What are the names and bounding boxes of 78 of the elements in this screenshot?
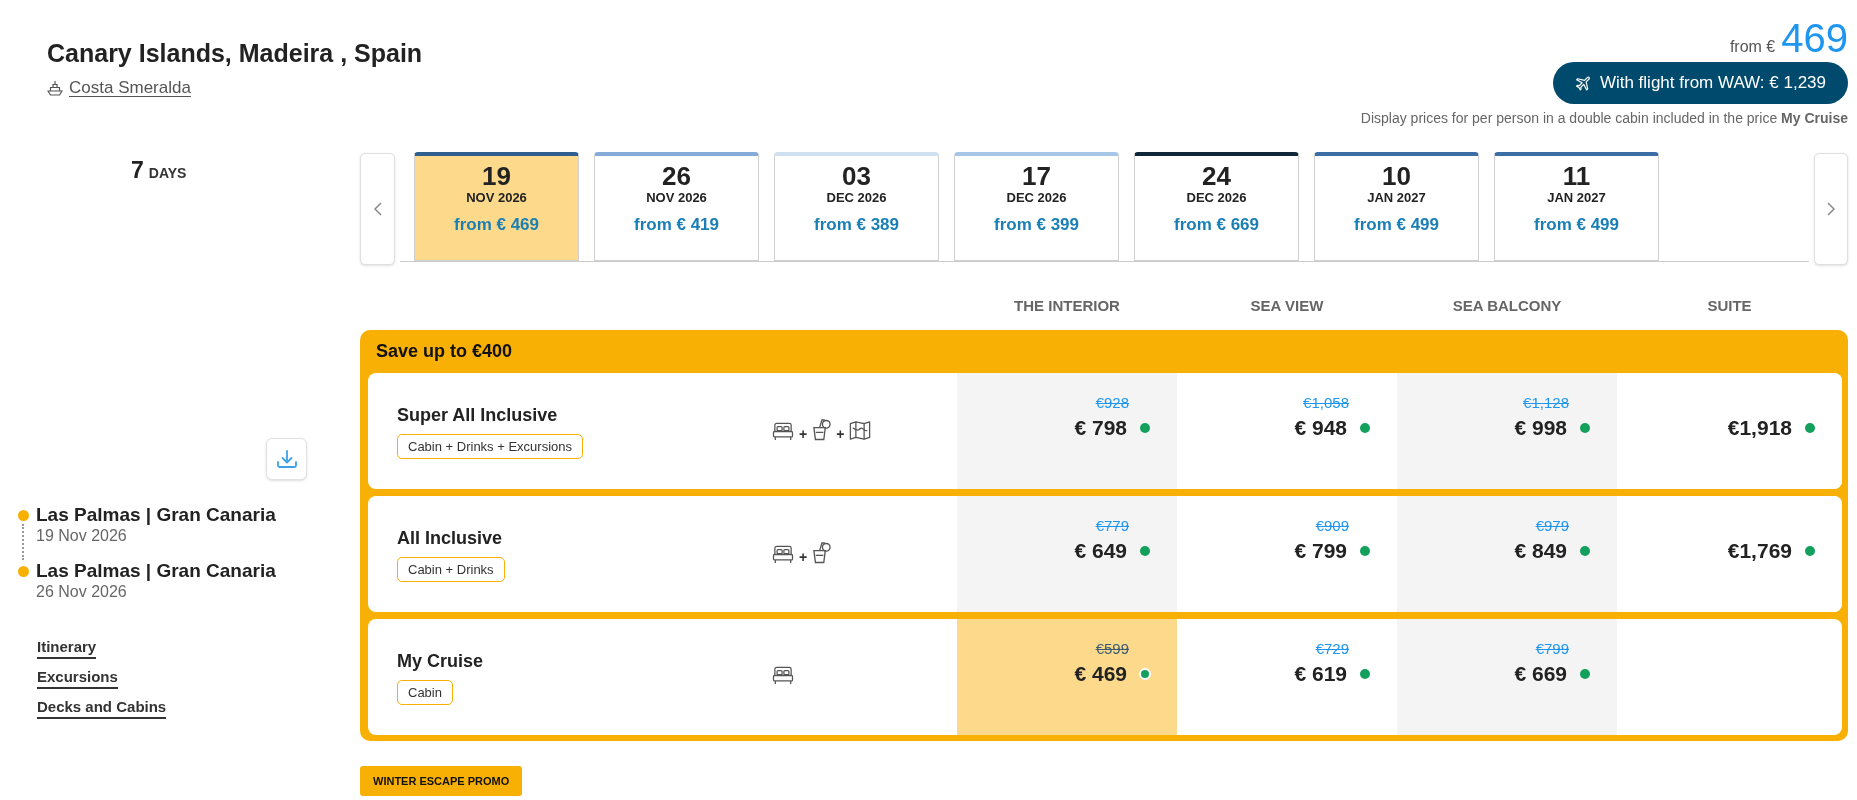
old-price: €729: [1315, 639, 1349, 659]
old-price: €928: [1095, 393, 1129, 413]
fare-price: € 649: [1074, 538, 1127, 564]
promo-badge: WINTER ESCAPE PROMO: [360, 766, 523, 796]
fare-price: € 619: [1294, 661, 1347, 687]
old-price: €779: [1095, 516, 1129, 536]
bed-icon: [772, 665, 794, 685]
section-link[interactable]: Itinerary: [37, 637, 97, 659]
fare-name: All Inclusive: [397, 526, 503, 549]
fare-name: Super All Inclusive: [397, 403, 558, 426]
fare-price: € 948: [1294, 415, 1347, 441]
stop-date: 26 Nov 2026: [36, 582, 127, 602]
airplane-icon: [1574, 74, 1593, 92]
stop-date: 19 Nov 2026: [36, 526, 127, 546]
fare-price: €1,918: [1727, 415, 1792, 441]
old-price: €979: [1535, 516, 1569, 536]
price-note: Display prices for per person in a double cabin included in the price My Cruise: [1360, 110, 1848, 127]
old-price: €799: [1535, 639, 1569, 659]
fare-price: € 798: [1074, 415, 1127, 441]
chevron-right-icon: [1827, 202, 1835, 216]
previous-dates-button[interactable]: [360, 153, 395, 265]
chevron-left-icon: [373, 202, 382, 216]
date-tab[interactable]: 10 JAN 2027 from € 499: [1314, 152, 1479, 261]
old-price: €909: [1315, 516, 1349, 536]
duration-number: 7: [131, 156, 144, 184]
drink-icon: [812, 417, 832, 441]
section-link[interactable]: Decks and Cabins: [37, 697, 167, 719]
fare-price: €1,769: [1727, 538, 1792, 564]
fare-cell[interactable]: €799 € 669: [1397, 619, 1617, 735]
date-tab[interactable]: 11 JAN 2027 from € 499: [1494, 152, 1659, 261]
flight-price-button[interactable]: With flight from WAW: € 1,239: [1552, 62, 1848, 104]
inclusion-tag: Cabin: [397, 679, 453, 705]
bed-icon: [772, 544, 794, 564]
fare-price: € 849: [1514, 538, 1567, 564]
cabin-type-header: SEA VIEW: [1250, 296, 1324, 316]
fare-cell[interactable]: €979 € 849: [1397, 496, 1617, 612]
duration-unit: DAYS: [148, 164, 187, 183]
port-name: Las Palmas | Gran Canaria: [36, 504, 276, 526]
fare-cell[interactable]: €779 € 649: [957, 496, 1177, 612]
section-link[interactable]: Excursions: [37, 667, 118, 689]
fare-price: € 469: [1074, 661, 1127, 687]
port-name: Las Palmas | Gran Canaria: [36, 560, 276, 582]
download-icon: [275, 449, 298, 469]
map-icon: [849, 419, 872, 441]
fare-cell[interactable]: €1,128 € 998: [1397, 373, 1617, 489]
price-prefix: from €: [1729, 37, 1776, 57]
ship-link[interactable]: Costa Smeralda: [47, 77, 191, 99]
inclusion-tag: Cabin + Drinks: [397, 556, 505, 582]
date-tab[interactable]: 17 DEC 2026 from € 399: [954, 152, 1119, 261]
date-tab[interactable]: 24 DEC 2026 from € 669: [1134, 152, 1299, 261]
ship-icon: [47, 80, 63, 96]
cabin-type-header: THE INTERIOR: [1014, 296, 1120, 316]
cabin-type-header: SEA BALCONY: [1452, 296, 1562, 316]
fare-cell[interactable]: €599 € 469: [957, 619, 1177, 735]
plus-sign: +: [799, 426, 808, 441]
fare-cell[interactable]: €928 € 798: [957, 373, 1177, 489]
bed-icon: [772, 421, 794, 441]
old-price: €1,128: [1523, 393, 1569, 413]
timeline-connector: [22, 524, 24, 560]
inclusion-tag: Cabin + Drinks + Excursions: [397, 433, 583, 459]
next-dates-button[interactable]: [1814, 153, 1848, 265]
date-tab[interactable]: 03 DEC 2026 from € 389: [774, 152, 939, 261]
date-tab[interactable]: 26 NOV 2026 from € 419: [594, 152, 759, 261]
drink-icon: [812, 540, 832, 564]
plus-sign: +: [836, 426, 845, 441]
old-price: €1,058: [1303, 393, 1349, 413]
trip-title: Canary Islands, Madeira , Spain: [47, 38, 423, 68]
offer-banner-text: Save up to €400: [376, 340, 513, 363]
cabin-type-header: SUITE: [1707, 296, 1752, 316]
fare-price: € 799: [1294, 538, 1347, 564]
old-price: €599: [1095, 639, 1129, 659]
fare-price: € 669: [1514, 661, 1567, 687]
plus-sign: +: [799, 549, 808, 564]
fare-price: € 998: [1514, 415, 1567, 441]
date-tab[interactable]: 19 NOV 2026 from € 469: [414, 152, 579, 261]
fare-name: My Cruise: [397, 649, 484, 672]
lead-price: 469: [1781, 16, 1848, 60]
download-button[interactable]: [266, 438, 307, 480]
